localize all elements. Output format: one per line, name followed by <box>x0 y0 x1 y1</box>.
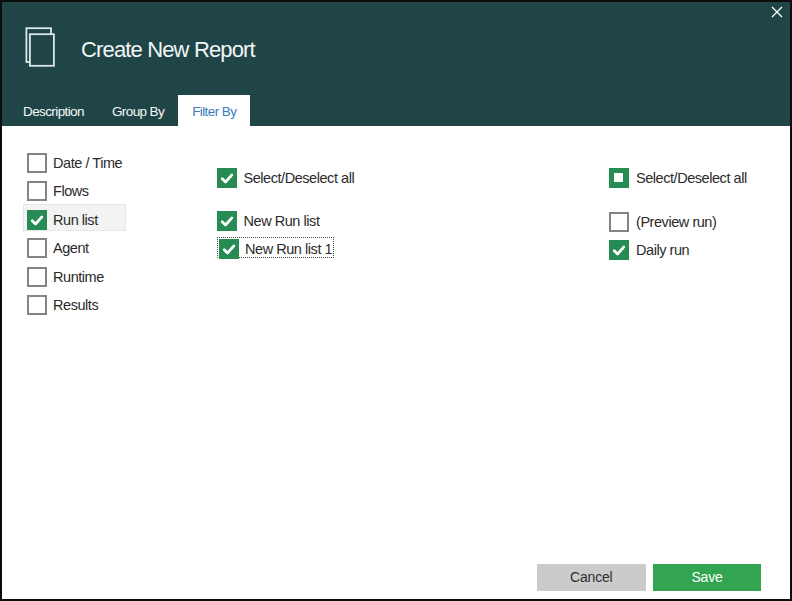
close-button[interactable] <box>764 0 790 24</box>
select-all-label: Select/Deselect all <box>636 168 747 189</box>
option-checkbox[interactable] <box>609 240 629 260</box>
select-all-label: Select/Deselect all <box>244 168 355 189</box>
category-checkbox[interactable] <box>27 238 47 258</box>
select-all-checkbox-indeterminate[interactable] <box>609 168 629 188</box>
save-button[interactable]: Save <box>653 564 761 591</box>
option-row[interactable]: New Run list 1 <box>219 239 333 259</box>
checkmark-icon <box>609 240 629 260</box>
tab[interactable]: Group By <box>98 95 178 127</box>
filter-category-row[interactable]: Date / Time <box>23 148 127 175</box>
option-row[interactable]: New Run list <box>217 211 320 231</box>
report-document-icon <box>24 26 56 68</box>
tab-label: Filter By <box>192 104 236 119</box>
category-checkbox[interactable] <box>27 210 47 230</box>
category-label: Run list <box>53 210 98 230</box>
run-list-select-all-row[interactable]: Select/Deselect all <box>217 168 354 188</box>
category-label: Results <box>53 295 98 315</box>
checkmark-icon <box>217 168 237 188</box>
filter-category-row[interactable]: Runtime <box>23 261 127 288</box>
option-row[interactable]: (Preview run) <box>609 212 717 232</box>
cancel-button[interactable]: Cancel <box>537 564 646 591</box>
option-checkbox[interactable] <box>609 212 629 232</box>
checkmark-icon <box>217 211 237 231</box>
option-row[interactable]: Daily run <box>609 240 690 260</box>
dialog-header: Create New Report Description Group By F… <box>0 0 792 126</box>
filter-category-row[interactable]: Results <box>23 290 127 317</box>
close-x-icon <box>771 6 783 18</box>
checkmark-icon <box>219 239 239 259</box>
create-new-report-dialog: Create New Report Description Group By F… <box>0 0 792 601</box>
option-checkbox[interactable] <box>219 239 239 259</box>
category-label: Agent <box>53 238 89 258</box>
tab-label: Description <box>23 104 84 119</box>
option-label: New Run list 1 <box>245 239 332 260</box>
category-checkbox[interactable] <box>27 267 47 287</box>
category-checkbox[interactable] <box>27 181 47 201</box>
dialog-title: Create New Report <box>81 37 255 63</box>
filter-category-row[interactable]: Flows <box>23 176 127 203</box>
option-label: Daily run <box>636 240 689 261</box>
filter-category-row[interactable]: Run list <box>23 204 127 231</box>
category-checkbox[interactable] <box>27 295 47 315</box>
category-label: Runtime <box>53 267 104 287</box>
flows-select-all-row[interactable]: Select/Deselect all <box>609 168 747 188</box>
tab-bar: Description Group By Filter By <box>9 95 250 127</box>
category-label: Date / Time <box>53 153 122 173</box>
tab-label: Group By <box>112 104 164 119</box>
checkmark-icon <box>27 210 47 230</box>
filter-category-row[interactable]: Agent <box>23 233 127 260</box>
category-checkbox[interactable] <box>27 153 47 173</box>
tab[interactable]: Description <box>9 95 98 127</box>
option-label: New Run list <box>244 211 320 232</box>
option-checkbox[interactable] <box>217 211 237 231</box>
option-label: (Preview run) <box>636 212 716 233</box>
category-label: Flows <box>53 181 89 201</box>
tab[interactable]: Filter By <box>178 95 250 127</box>
select-all-checkbox[interactable] <box>217 168 237 188</box>
